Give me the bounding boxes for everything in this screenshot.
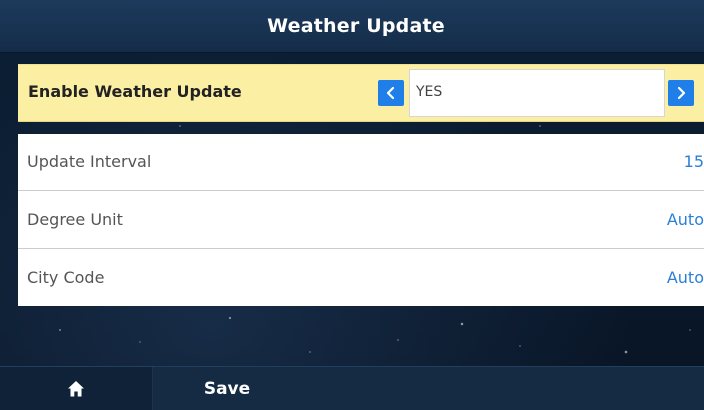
setting-row-city-code[interactable]: City Code Auto <box>18 250 704 306</box>
degree-unit-value: Auto <box>666 210 704 229</box>
home-icon <box>68 381 84 397</box>
city-code-label: City Code <box>27 268 105 287</box>
page-title: Weather Update <box>267 15 445 37</box>
degree-unit-label: Degree Unit <box>27 210 123 229</box>
enable-value-text: YES <box>416 84 443 100</box>
bottom-toolbar: Save <box>0 366 704 410</box>
settings-list: Update Interval 15 Degree Unit Auto City… <box>18 134 704 306</box>
update-interval-label: Update Interval <box>27 152 152 171</box>
home-button[interactable] <box>0 367 153 410</box>
chevron-left-icon <box>386 86 395 100</box>
next-option-button[interactable] <box>668 80 694 106</box>
title-bar: Weather Update <box>0 0 704 53</box>
setting-row-update-interval[interactable]: Update Interval 15 <box>18 134 704 191</box>
save-label: Save <box>203 379 251 399</box>
city-code-value: Auto <box>666 268 704 287</box>
chevron-right-icon <box>677 86 686 100</box>
update-interval-value: 15 <box>683 152 704 171</box>
enable-weather-update-label: Enable Weather Update <box>28 82 242 101</box>
save-button[interactable]: Save <box>152 367 302 410</box>
setting-row-degree-unit[interactable]: Degree Unit Auto <box>18 192 704 249</box>
enable-value-field[interactable]: YES <box>409 69 665 117</box>
enable-weather-update-row[interactable]: Enable Weather Update YES <box>18 64 704 122</box>
weather-update-screen: Weather Update Enable Weather Update YES… <box>0 0 704 410</box>
previous-option-button[interactable] <box>378 80 404 106</box>
